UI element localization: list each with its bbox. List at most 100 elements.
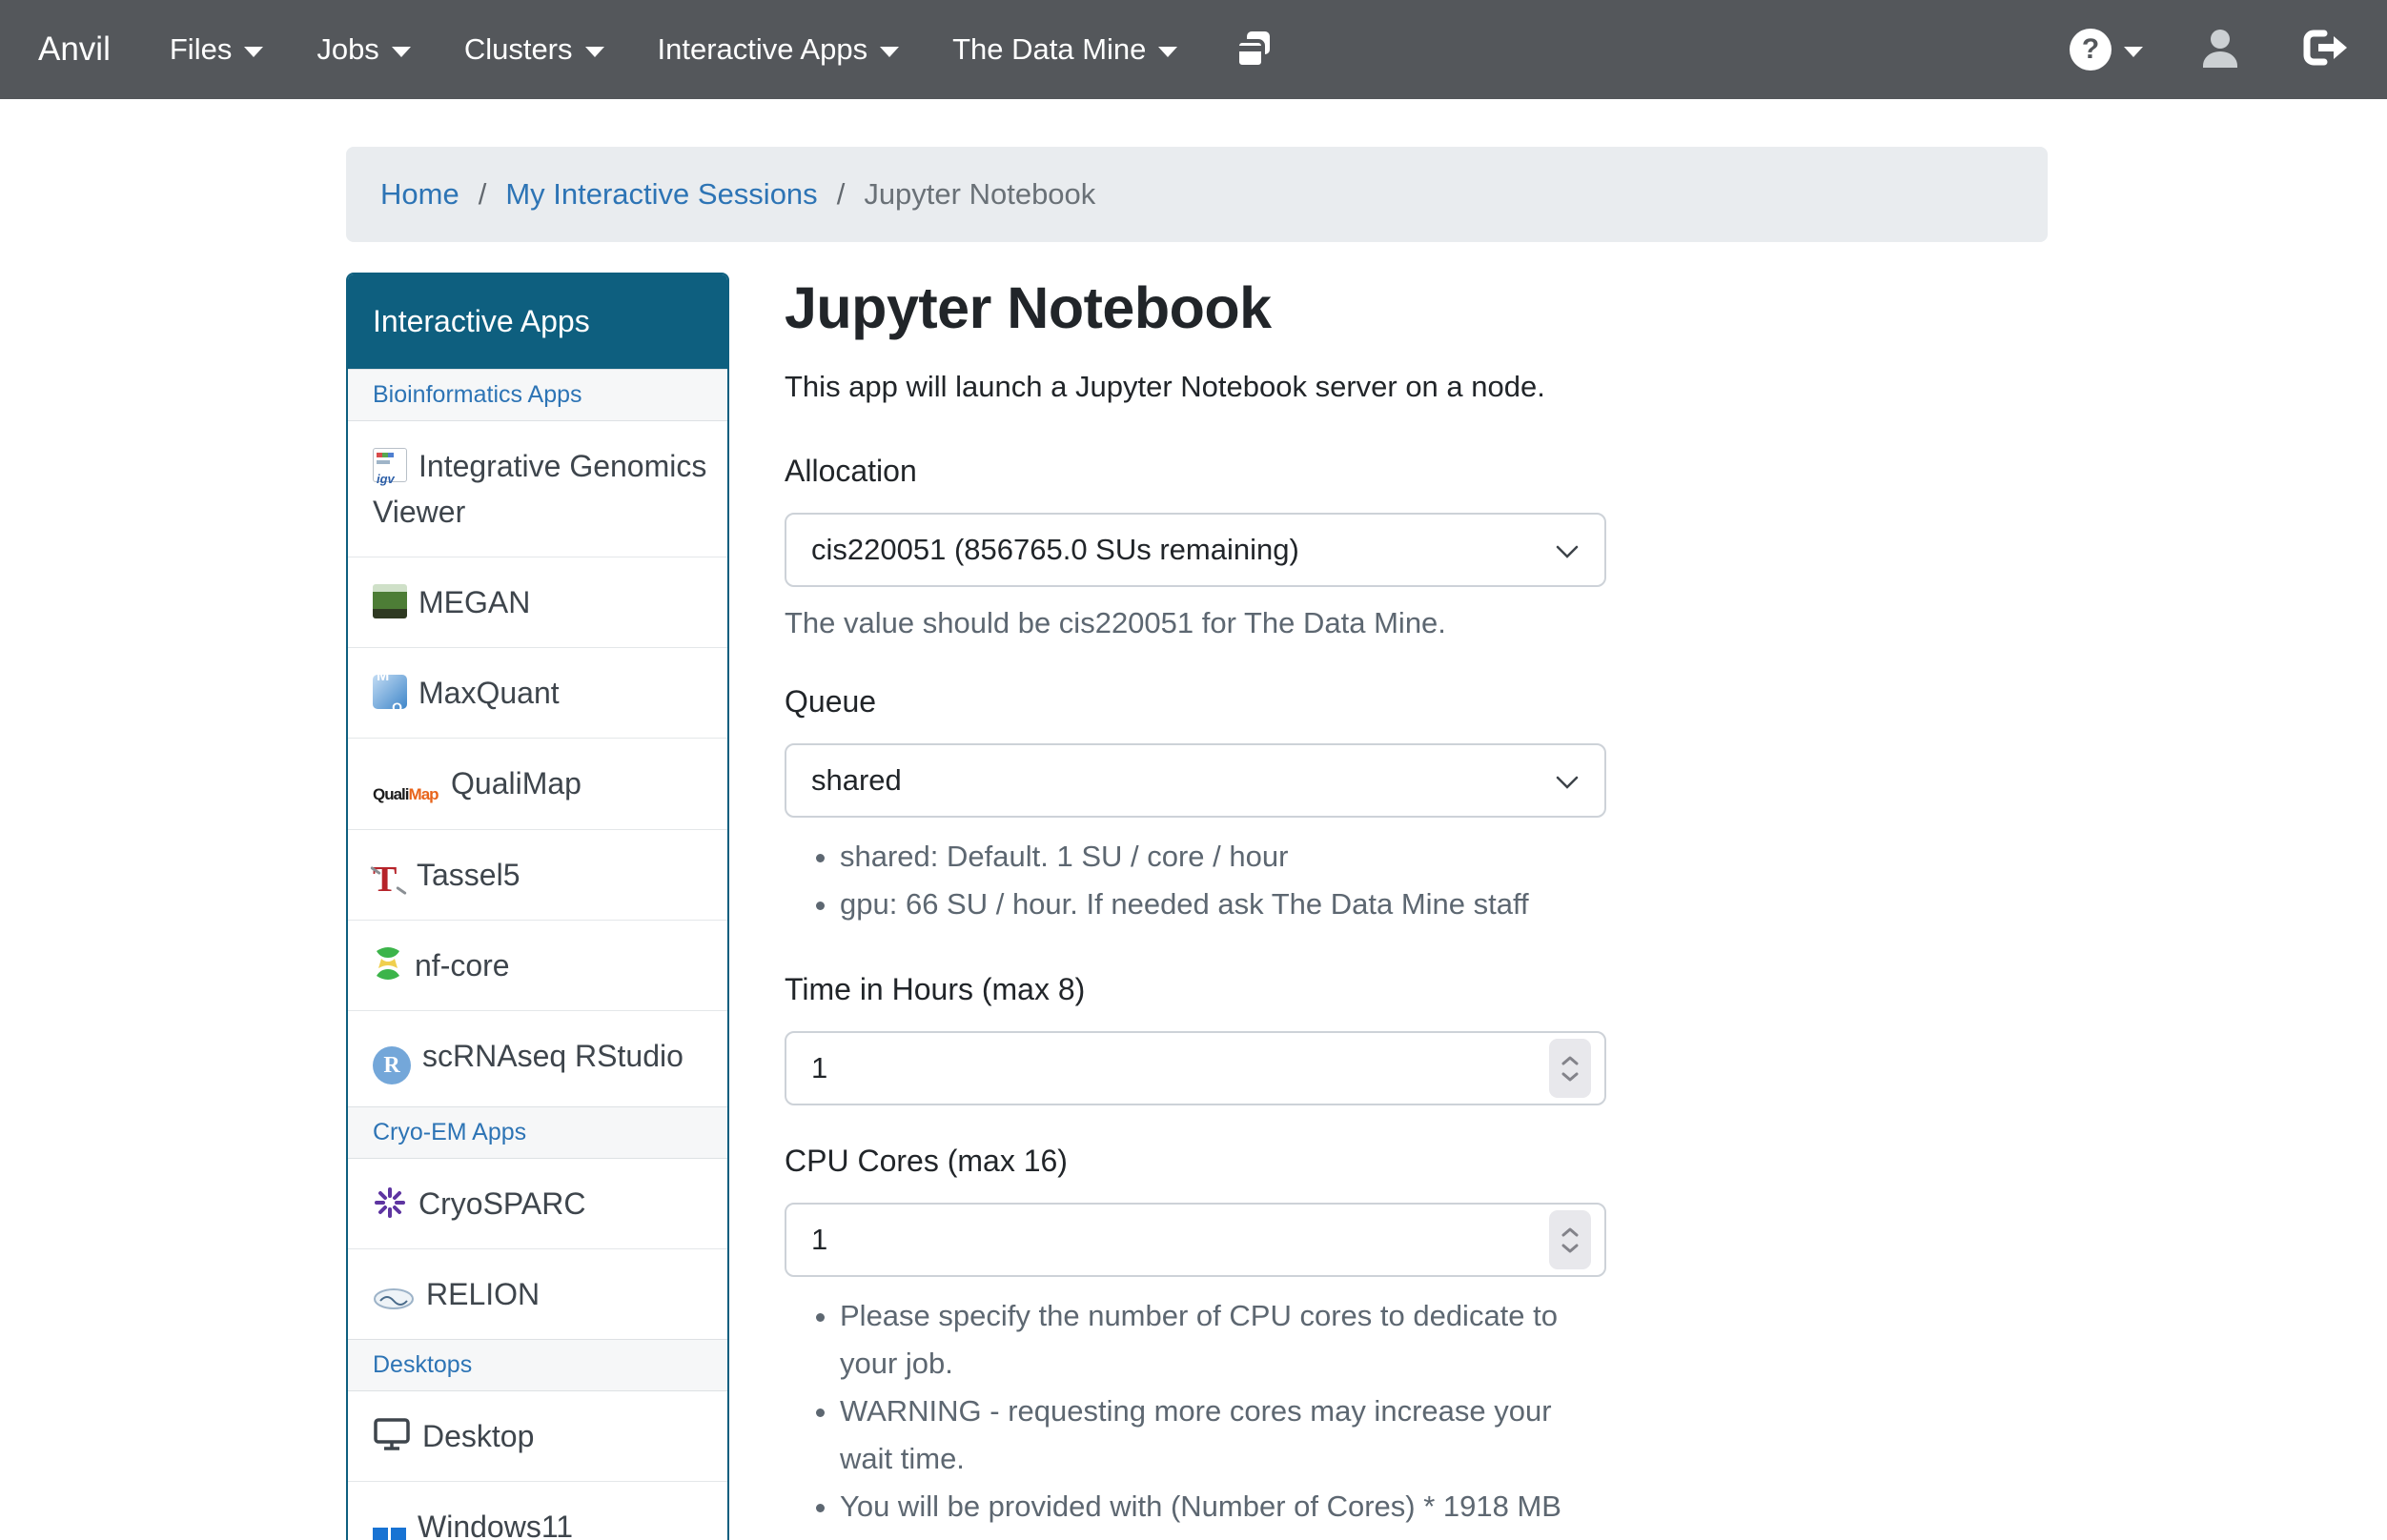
sidebar-item-tassel5[interactable]: T Tassel5 [348, 829, 727, 920]
breadcrumb-home[interactable]: Home [380, 177, 459, 212]
allocation-select[interactable]: cis220051 (856765.0 SUs remaining) [785, 513, 1606, 587]
nav-the-data-mine-label: The Data Mine [952, 32, 1146, 67]
sidebar-item-integrative-genomics-viewer[interactable]: igv Integrative Genomics Viewer [348, 421, 727, 557]
interactive-apps-panel: Interactive Apps Bioinformatics Apps igv… [346, 273, 729, 1540]
queue-select[interactable]: shared [785, 743, 1606, 818]
time-input[interactable] [786, 1033, 1604, 1104]
nav-clusters-label: Clusters [464, 32, 573, 67]
help-dropdown[interactable]: ? [2070, 29, 2143, 71]
sidebar-item-label: MEGAN [418, 585, 530, 619]
breadcrumb-current: Jupyter Notebook [864, 177, 1095, 212]
brand-anvil[interactable]: Anvil [38, 30, 111, 69]
sidebar-item-label: nf-core [415, 948, 510, 983]
chevron-down-icon [1555, 763, 1580, 798]
sidebar-item-relion[interactable]: RELION [348, 1248, 727, 1339]
nav-interactive-apps[interactable]: Interactive Apps [658, 32, 900, 67]
time-field: Time in Hours (max 8) [785, 972, 1606, 1105]
chevron-down-icon [1555, 533, 1580, 567]
nav-clusters[interactable]: Clusters [464, 32, 604, 67]
sidebar-item-cryosparc[interactable]: CryoSPARC [348, 1159, 727, 1248]
app-description: This app will launch a Jupyter Notebook … [785, 370, 1606, 404]
sign-out-button[interactable] [2299, 27, 2349, 73]
sidebar-item-label: CryoSPARC [418, 1186, 585, 1221]
queue-help-list: shared: Default. 1 SU / core / hour gpu:… [785, 833, 1606, 928]
user-button[interactable] [2198, 26, 2242, 74]
queue-label: Queue [785, 684, 1606, 719]
window-restore-icon [1231, 25, 1276, 75]
nav-files[interactable]: Files [170, 32, 263, 67]
sign-out-icon [2299, 27, 2349, 73]
cores-label: CPU Cores (max 16) [785, 1144, 1606, 1179]
cores-input[interactable] [786, 1205, 1604, 1275]
cores-help-item: You will be provided with (Number of Cor… [840, 1483, 1583, 1540]
sidebar-item-label: QualiMap [451, 766, 581, 800]
queue-help-item: gpu: 66 SU / hour. If needed ask The Dat… [840, 881, 1583, 928]
sidebar-item-label: MaxQuant [418, 676, 560, 710]
allocation-field: Allocation cis220051 (856765.0 SUs remai… [785, 454, 1606, 640]
number-stepper [1549, 1210, 1591, 1269]
breadcrumb-separator: / [459, 177, 506, 212]
sidebar-item-label: Windows11 [418, 1510, 573, 1540]
igv-icon: igv [373, 448, 407, 482]
cryosparc-icon [373, 1185, 407, 1220]
sidebar-item-desktop[interactable]: Desktop [348, 1391, 727, 1481]
my-interactive-sessions-button[interactable] [1231, 25, 1276, 75]
sidebar-item-nf-core[interactable]: nf-core [348, 920, 727, 1010]
nav-jobs[interactable]: Jobs [316, 32, 410, 67]
caret-down-icon [585, 47, 604, 57]
stepper-up-button[interactable] [1561, 1055, 1580, 1066]
sidebar-item-label: Integrative Genomics Viewer [373, 449, 706, 529]
top-navbar: Anvil Files Jobs Clusters Interactive Ap… [0, 0, 2387, 99]
caret-down-icon [880, 47, 899, 57]
breadcrumb: Home / My Interactive Sessions / Jupyter… [346, 147, 2048, 242]
sidebar-item-label: Desktop [422, 1419, 534, 1453]
sidebar-item-windows11[interactable]: Windows11 [348, 1481, 727, 1540]
sidebar-section-cryo-em-apps: Cryo-EM Apps [348, 1106, 727, 1159]
caret-down-icon [1158, 47, 1177, 57]
sidebar-item-label: RELION [426, 1277, 540, 1311]
windows11-icon [373, 1528, 406, 1540]
breadcrumb-separator: / [818, 177, 865, 212]
breadcrumb-my-interactive-sessions[interactable]: My Interactive Sessions [505, 177, 817, 212]
app-form: Jupyter Notebook This app will launch a … [785, 273, 1606, 1540]
sidebar-title: Interactive Apps [348, 274, 727, 369]
caret-down-icon [244, 47, 263, 57]
sidebar-section-bioinformatics-apps: Bioinformatics Apps [348, 369, 727, 421]
stepper-down-button[interactable] [1561, 1071, 1580, 1083]
time-label: Time in Hours (max 8) [785, 972, 1606, 1007]
stepper-down-button[interactable] [1561, 1243, 1580, 1254]
sidebar-item-label: scRNAseq RStudio [422, 1039, 683, 1073]
queue-help-item: shared: Default. 1 SU / core / hour [840, 833, 1583, 881]
allocation-selected-value: cis220051 (856765.0 SUs remaining) [811, 533, 1299, 567]
cores-field: CPU Cores (max 16) Please specify the nu… [785, 1144, 1606, 1540]
cores-help-item: Please specify the number of CPU cores t… [840, 1292, 1583, 1388]
allocation-label: Allocation [785, 454, 1606, 489]
rstudio-icon: R [373, 1046, 411, 1084]
queue-selected-value: shared [811, 763, 902, 798]
maxquant-icon: MQ [373, 675, 407, 709]
nav-the-data-mine[interactable]: The Data Mine [952, 32, 1177, 67]
page-title: Jupyter Notebook [785, 274, 1606, 341]
caret-down-icon [2124, 47, 2143, 57]
stepper-up-button[interactable] [1561, 1226, 1580, 1238]
sidebar-item-maxquant[interactable]: MQ MaxQuant [348, 647, 727, 738]
megan-icon [373, 584, 407, 618]
nf-core-icon [373, 945, 403, 982]
number-stepper [1549, 1039, 1591, 1098]
qualimap-icon: QualiMap [373, 782, 439, 807]
nav-interactive-apps-label: Interactive Apps [658, 32, 868, 67]
sidebar-section-desktops: Desktops [348, 1339, 727, 1391]
question-circle-icon: ? [2070, 29, 2112, 71]
cores-help-item: WARNING - requesting more cores may incr… [840, 1388, 1583, 1483]
sidebar-item-qualimap[interactable]: QualiMap QualiMap [348, 738, 727, 829]
cores-help-list: Please specify the number of CPU cores t… [785, 1292, 1606, 1540]
nav-files-label: Files [170, 32, 232, 67]
sidebar-item-megan[interactable]: MEGAN [348, 557, 727, 647]
user-icon [2198, 26, 2242, 74]
tassel5-icon: T [373, 861, 405, 898]
relion-icon [373, 1287, 415, 1310]
sidebar-item-scrnaseq-rstudio[interactable]: R scRNAseq RStudio [348, 1010, 727, 1106]
allocation-help: The value should be cis220051 for The Da… [785, 606, 1606, 640]
queue-field: Queue shared shared: Default. 1 SU / cor… [785, 684, 1606, 928]
caret-down-icon [392, 47, 411, 57]
